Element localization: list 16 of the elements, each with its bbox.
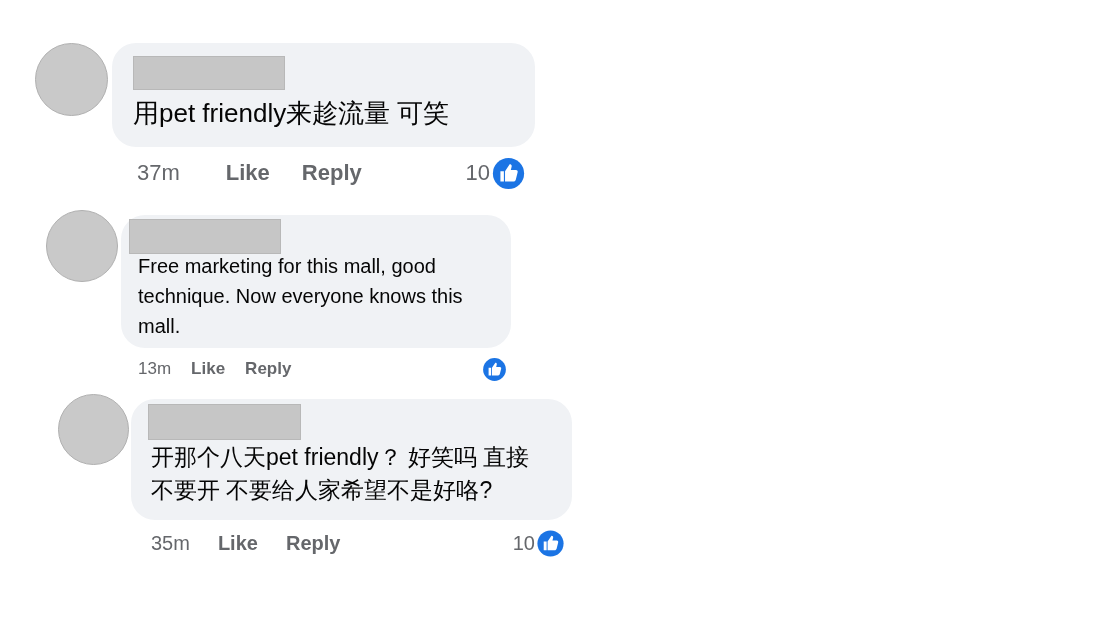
comment-text: Free marketing for this mall, good technique. Now everyone knows this mall. [138, 254, 464, 339]
comment-text: 开那个八天pet friendly？ 好笑吗 直接不要开 不要给人家希望不是好咯? [151, 443, 531, 505]
reply-link[interactable]: Reply [245, 359, 292, 379]
reaction-count: 10 [512, 531, 535, 555]
like-link[interactable]: Like [191, 359, 226, 379]
reply-link[interactable]: Reply [285, 531, 341, 555]
reaction-count: 10 [465, 160, 490, 186]
comment-time[interactable]: 35m [151, 531, 190, 555]
like-link[interactable]: Like [217, 531, 258, 555]
like-link[interactable]: Like [225, 160, 270, 186]
reply-link[interactable]: Reply [301, 160, 362, 186]
comment-text: 用pet friendly来趁流量 可笑 [133, 97, 451, 130]
comment-time[interactable]: 13m [138, 359, 172, 379]
like-icon [535, 527, 566, 559]
comment-time[interactable]: 37m [137, 160, 180, 186]
like-icon [481, 355, 508, 383]
